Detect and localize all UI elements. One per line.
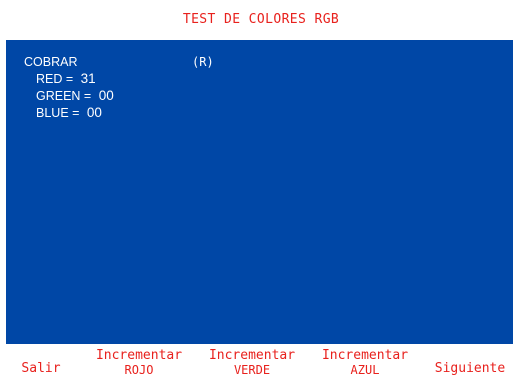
blue-row: BLUE = 00	[36, 105, 102, 121]
blue-label: BLUE =	[36, 106, 80, 120]
increment-red-channel: ROJO	[124, 363, 154, 377]
green-label: GREEN =	[36, 89, 92, 103]
increment-green-button[interactable]: Incrementar VERDE	[196, 344, 308, 382]
softkey-bar: Salir Incrementar ROJO Incrementar VERDE…	[0, 344, 518, 382]
key-hint: (R)	[192, 55, 214, 69]
next-button[interactable]: Siguiente	[422, 344, 518, 382]
red-row: RED = 31	[36, 71, 96, 87]
mode-label: COBRAR	[24, 55, 78, 69]
increment-red-label: Incrementar	[95, 348, 183, 363]
increment-red-button[interactable]: Incrementar ROJO	[82, 344, 196, 382]
increment-blue-channel: AZUL	[350, 363, 380, 377]
next-button-label: Siguiente	[434, 360, 506, 376]
exit-button[interactable]: Salir	[0, 344, 82, 382]
red-value: 31	[80, 71, 96, 86]
blue-value: 00	[86, 105, 102, 120]
title-bar: TEST DE COLORES RGB	[0, 0, 518, 40]
green-row: GREEN = 00	[36, 88, 114, 104]
green-value: 00	[98, 88, 114, 103]
increment-green-label: Incrementar	[208, 348, 296, 363]
increment-blue-label: Incrementar	[321, 348, 409, 363]
increment-blue-button[interactable]: Incrementar AZUL	[308, 344, 422, 382]
red-label: RED =	[36, 72, 74, 86]
increment-green-channel: VERDE	[233, 363, 271, 377]
color-test-panel: COBRAR (R) RED = 31 GREEN = 00 BLUE = 00	[6, 40, 513, 344]
exit-button-label: Salir	[21, 360, 61, 376]
page-title: TEST DE COLORES RGB	[182, 11, 340, 27]
